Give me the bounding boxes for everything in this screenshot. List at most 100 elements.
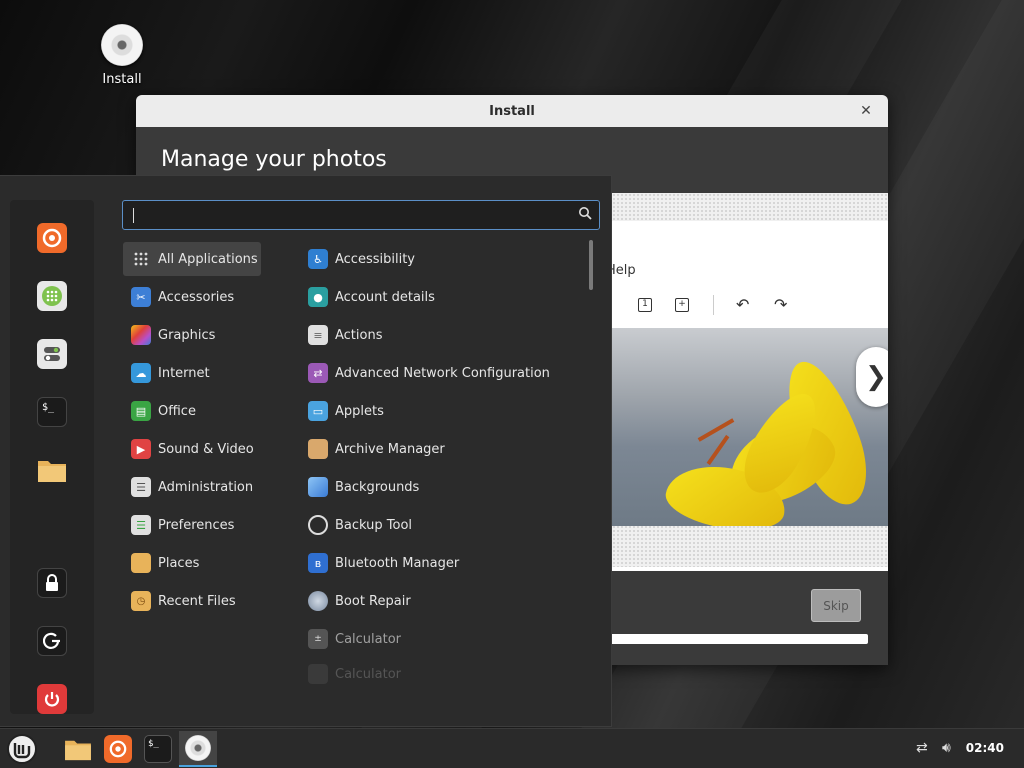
app-calculator[interactable]: ± Calculator [300,622,401,656]
folder-clock-icon: ◷ [131,591,151,611]
taskbar-files-icon[interactable] [60,731,96,767]
category-office[interactable]: ▤ Office [123,394,261,428]
network-icon: ⇄ [308,363,328,383]
cloud-icon: ☁ [131,363,151,383]
app-label: Calculator [335,666,402,682]
power-icon[interactable] [37,684,67,714]
search-input[interactable] [122,200,600,230]
search-icon [579,207,592,220]
app-archive-manager[interactable]: Archive Manager [300,432,445,466]
progress-bar [606,634,868,644]
app-label: Bluetooth Manager [335,555,460,571]
category-administration[interactable]: ☰ Administration [123,470,261,504]
menu-button[interactable] [2,731,42,767]
rotate-right-icon: ↷ [774,295,788,314]
category-label: Internet [158,365,210,381]
mint-logo-icon [7,734,37,764]
app-label: Accessibility [335,251,415,267]
app-actions[interactable]: ≡ Actions [300,318,383,352]
lock-icon[interactable] [37,568,67,598]
category-label: Places [158,555,200,571]
app-label: Backup Tool [335,517,413,533]
app-applets[interactable]: ▭ Applets [300,394,384,428]
bluetooth-icon: ʙ [308,553,328,573]
category-internet[interactable]: ☁ Internet [123,356,261,390]
desktop-install-icon[interactable]: Install [96,24,148,87]
desktop-icon-label: Install [102,72,142,87]
taskbar-firefox-icon[interactable] [100,731,136,767]
toggle-icon: ☰ [131,477,151,497]
app-backgrounds[interactable]: Backgrounds [300,470,419,504]
network-icon[interactable]: ⇄ [916,740,928,756]
app-accessibility[interactable]: ♿ Accessibility [300,242,415,276]
scissors-icon: ✂ [131,287,151,307]
category-label: Recent Files [158,593,236,609]
category-label: Sound & Video [158,441,254,457]
category-accessories[interactable]: ✂ Accessories [123,280,261,314]
app-label: Boot Repair [335,593,411,609]
app-bluetooth-manager[interactable]: ʙ Bluetooth Manager [300,546,459,580]
app-backup-tool[interactable]: Backup Tool [300,508,412,542]
calculator-icon [308,664,328,684]
app-boot-repair[interactable]: Boot Repair [300,584,411,618]
clock[interactable]: 02:40 [966,741,1004,755]
disc-icon [101,24,143,66]
app-label: Account details [335,289,435,305]
app-account-details[interactable]: ● Account details [300,280,435,314]
scrollbar[interactable] [589,240,593,290]
app-label: Archive Manager [335,441,445,457]
category-recent-files[interactable]: ◷ Recent Files [123,584,261,618]
category-places[interactable]: Places [123,546,261,580]
backup-icon [308,515,328,535]
accessibility-icon: ♿ [308,249,328,269]
app-label: Calculator [335,631,402,647]
toggle-icon: ☰ [131,515,151,535]
files-folder-icon[interactable] [37,455,67,485]
taskbar: $_ ⇄ 🔊︎ 02:40 [0,728,1024,768]
category-label: All Applications [158,251,258,267]
close-icon[interactable]: ✕ [858,103,874,119]
terminal-icon[interactable]: $_ [37,397,67,427]
next-slide-button[interactable]: ❯ [856,347,888,407]
category-label: Preferences [158,517,235,533]
user-icon: ● [308,287,328,307]
rotate-left-icon: ↶ [736,295,750,314]
software-manager-icon[interactable] [37,281,67,311]
app-label: Actions [335,327,383,343]
window-titlebar[interactable]: Install ✕ [136,95,888,127]
firefox-icon[interactable] [37,223,67,253]
application-menu: $_ All Applications ✂ Accessories Graphi… [0,175,612,727]
app-label: Advanced Network Configuration [335,365,550,381]
list-icon: ≡ [308,325,328,345]
app-label: Applets [335,403,384,419]
fit-icon: + [675,298,689,312]
category-label: Administration [158,479,254,495]
app-advanced-network-configuration[interactable]: ⇄ Advanced Network Configuration [300,356,550,390]
skip-button[interactable]: Skip [811,589,861,622]
settings-toggle-icon[interactable] [37,339,67,369]
logout-icon[interactable] [37,626,67,656]
folder-icon [131,553,151,573]
taskbar-terminal-icon[interactable]: $_ [140,731,176,767]
applet-icon: ▭ [308,401,328,421]
play-icon: ▶ [131,439,151,459]
app-calculator-faded[interactable]: Calculator [300,660,401,688]
category-label: Accessories [158,289,235,305]
category-all-applications[interactable]: All Applications [123,242,261,276]
window-title: Install [489,103,535,119]
image-icon [308,477,328,497]
toolbar-divider [713,295,714,315]
category-graphics[interactable]: Graphics [123,318,261,352]
category-label: Office [158,403,196,419]
document-icon: ▤ [131,401,151,421]
archive-icon [308,439,328,459]
toolbar-icon: 1 [638,298,652,312]
category-label: Graphics [158,327,216,343]
category-preferences[interactable]: ☰ Preferences [123,508,261,542]
app-label: Backgrounds [335,479,420,495]
category-sound-video[interactable]: ▶ Sound & Video [123,432,261,466]
text-cursor [133,208,134,223]
taskbar-installer-icon[interactable] [179,731,217,767]
volume-icon[interactable]: 🔊︎ [942,740,951,756]
calculator-icon: ± [308,629,328,649]
